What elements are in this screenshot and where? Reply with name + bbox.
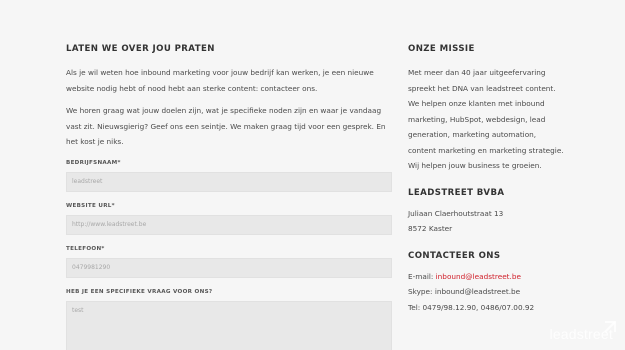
company-name-input[interactable]: [66, 171, 392, 192]
email-row: E-mail: inbound@leadstreet.be: [408, 269, 608, 285]
question-textarea[interactable]: test: [66, 300, 392, 350]
mission-title: ONZE MISSIE: [408, 44, 475, 54]
phone-input[interactable]: [66, 257, 392, 278]
mission-line: We helpen onze klanten met inbound: [408, 99, 545, 108]
website-url-input[interactable]: [66, 214, 392, 235]
mission-paragraph: Met meer dan 40 jaar uitgeefervaring spr…: [408, 65, 608, 174]
address-street: Juliaan Claerhoutstraat 13: [408, 208, 504, 218]
address-block: Juliaan Claerhoutstraat 13 8572 Kaster: [408, 206, 608, 237]
contact-form-section: LATEN WE OVER JOU PRATEN Als je wil wete…: [66, 44, 394, 350]
intro-line: Als je wil weten hoe inbound marketing v…: [66, 68, 374, 77]
contact-title: CONTACTEER ONS: [408, 250, 501, 261]
mission-line: spreekt het DNA van leadstreet content.: [408, 83, 556, 93]
tel-row: Tel: 0479/98.12.90, 0486/07.00.92: [408, 302, 535, 312]
goals-line: het kost je niks.: [66, 137, 124, 146]
email-link[interactable]: inbound@leadstreet.be: [436, 272, 521, 281]
mission-line: Wij helpen jouw business te groeien.: [408, 161, 542, 170]
company-title: LEADSTREET BVBA: [408, 187, 505, 198]
mission-line: generation, marketing automation,: [408, 130, 537, 139]
goals-paragraph: We horen graag wat jouw doelen zijn, wat…: [66, 103, 394, 150]
skype-row: Skype: inbound@leadstreet.be: [408, 287, 521, 296]
address-city: 8572 Kaster: [408, 224, 453, 233]
website-field-group: WEBSITE URL*: [66, 203, 394, 235]
mission-line: marketing, HubSpot, webdesign, lead: [408, 114, 546, 124]
question-field-label: HEB JE EEN SPECIFIEKE VRAAG VOOR ONS?: [66, 288, 213, 295]
company-field-group: BEDRIJFSNAAM*: [66, 160, 394, 192]
website-field-label: WEBSITE URL*: [66, 202, 115, 209]
phone-field-group: TELEFOON*: [66, 246, 394, 278]
mission-line: Met meer dan 40 jaar uitgeefervaring: [408, 68, 546, 77]
company-field-label: BEDRIJFSNAAM*: [66, 159, 121, 166]
logo-text: leadstreet: [549, 326, 613, 342]
intro-line: website nodig hebt of nood hebt aan ster…: [66, 83, 318, 93]
contact-block: E-mail: inbound@leadstreet.be Skype: inb…: [408, 269, 608, 316]
intro-paragraph: Als je wil weten hoe inbound marketing v…: [66, 65, 394, 96]
contact-section-title: LATEN WE OVER JOU PRATEN: [66, 44, 215, 54]
goals-line: vast zit. Nieuwsgierig? Geef ons een sei…: [66, 121, 386, 131]
question-field-group: HEB JE EEN SPECIFIEKE VRAAG VOOR ONS? te…: [66, 289, 394, 350]
phone-field-label: TELEFOON*: [66, 245, 105, 252]
leadstreet-logo-watermark: leadstreet: [549, 318, 621, 348]
mission-line: content marketing en marketing strategie…: [408, 145, 564, 155]
sidebar-info: ONZE MISSIE Met meer dan 40 jaar uitgeef…: [408, 44, 608, 315]
goals-line: We horen graag wat jouw doelen zijn, wat…: [66, 106, 382, 115]
email-label: E-mail:: [408, 271, 436, 281]
